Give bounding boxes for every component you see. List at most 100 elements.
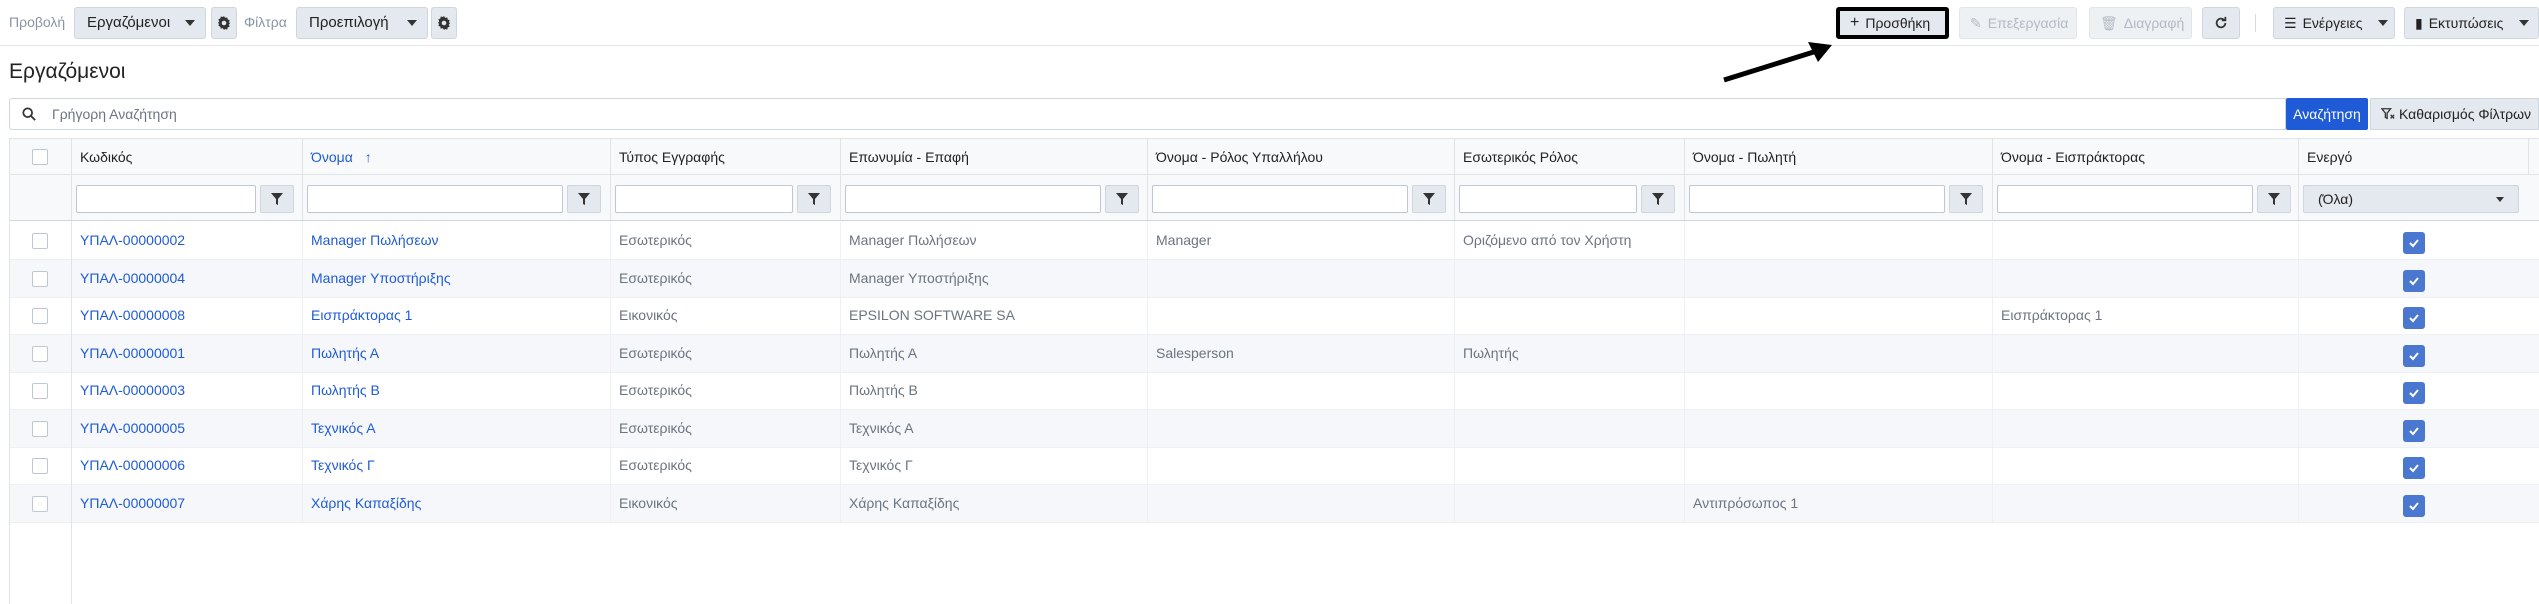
select-all-checkbox[interactable]: [32, 149, 48, 165]
filter-seller-input[interactable]: [1689, 185, 1945, 213]
cell-contact: Manager Πωλήσεων: [841, 222, 1148, 259]
cell-employee-role: Manager: [1148, 222, 1455, 259]
cell-employee-role: [1148, 447, 1455, 484]
filter-name-input[interactable]: [307, 185, 563, 213]
filter-collector-input[interactable]: [1997, 185, 2253, 213]
cell-name[interactable]: Πωλητής Β: [303, 372, 611, 409]
delete-button[interactable]: 🗑 Διαγραφή: [2089, 7, 2192, 39]
toolbar: Προβολή Εργαζόμενοι Φίλτρα Προεπιλογή + …: [0, 0, 2539, 46]
cell-code[interactable]: ΥΠΑΛ-00000007: [72, 484, 303, 522]
cell-name[interactable]: Πωλητής Α: [303, 334, 611, 372]
refresh-button[interactable]: [2202, 7, 2240, 39]
active-checkbox[interactable]: [2403, 269, 2425, 292]
clear-filters-button[interactable]: Καθαρισμός Φίλτρων: [2370, 98, 2539, 130]
active-checkbox[interactable]: [2403, 232, 2425, 254]
cell-code[interactable]: ΥΠΑΛ-00000002: [72, 222, 303, 259]
filter-type-input[interactable]: [615, 185, 793, 213]
filter-code-input[interactable]: [76, 185, 256, 213]
checkmark-icon: [2409, 239, 2419, 248]
filter-contact-input[interactable]: [845, 185, 1101, 213]
active-checkbox[interactable]: [2403, 307, 2425, 329]
view-settings-button[interactable]: [211, 7, 237, 39]
actions-button[interactable]: ☰ Ενέργειες: [2273, 7, 2395, 39]
filter-role-button[interactable]: [1412, 185, 1446, 213]
active-checkbox[interactable]: [2403, 494, 2425, 517]
table-row[interactable]: ΥΠΑΛ-00000007 Χάρης Καπαξίδης Εικονικός Χάρ…: [10, 484, 2539, 523]
filter-name-button[interactable]: [567, 185, 601, 213]
cell-internal-role: [1455, 447, 1685, 484]
cell-record-type: Εσωτερικός: [611, 447, 841, 484]
filter-seller-button[interactable]: [1949, 185, 1983, 213]
delete-button-label: Διαγραφή: [2123, 15, 2185, 31]
filter-contact-button[interactable]: [1105, 185, 1139, 213]
cell-name[interactable]: Εισπράκτορας 1: [303, 297, 611, 334]
active-checkbox[interactable]: [2403, 457, 2425, 479]
table-row[interactable]: ΥΠΑΛ-00000006 Τεχνικός Γ Εσωτερικός Τεχνικό…: [10, 447, 2539, 485]
edit-button[interactable]: ✎ Επεξεργασία: [1959, 7, 2077, 39]
table-row[interactable]: ΥΠΑΛ-00000004 Manager Υποστήριξης Εσωτερικ…: [10, 259, 2539, 298]
header-seller[interactable]: Όνομα - Πωλητή: [1685, 139, 1993, 174]
add-button[interactable]: + Προσθήκη: [1836, 7, 1949, 39]
header-contact[interactable]: Επωνυμία - Επαφή: [841, 139, 1148, 174]
header-internal-role[interactable]: Εσωτερικός Ρόλος: [1455, 139, 1685, 174]
table-row[interactable]: ΥΠΑΛ-00000003 Πωλητής Β Εσωτερικός Πωλητής …: [10, 372, 2539, 410]
filter-type-button[interactable]: [797, 185, 831, 213]
filter-active-select[interactable]: (Όλα): [2303, 185, 2519, 213]
cell-name[interactable]: Manager Πωλήσεων: [303, 222, 611, 259]
cell-name[interactable]: Manager Υποστήριξης: [303, 259, 611, 297]
cell-seller: [1685, 409, 1993, 447]
cell-employee-role: [1148, 409, 1455, 447]
refresh-icon: [2215, 16, 2227, 29]
filter-code-button[interactable]: [260, 185, 294, 213]
header-code[interactable]: Κωδικός: [72, 139, 303, 174]
table-row[interactable]: ΥΠΑΛ-00000008 Εισπράκτορας 1 Εικονικός EPSI…: [10, 297, 2539, 335]
filter-collector-button[interactable]: [2257, 185, 2291, 213]
header-name-label: Όνομα: [311, 149, 353, 165]
cell-employee-role: [1148, 372, 1455, 409]
header-active[interactable]: Ενεργό: [2299, 139, 2529, 174]
cell-code[interactable]: ΥΠΑΛ-00000003: [72, 372, 303, 409]
cell-contact: Χάρης Καπαξίδης: [841, 484, 1148, 522]
cell-active: [2299, 260, 2539, 297]
table-row[interactable]: ΥΠΑΛ-00000002 Manager Πωλήσεων Εσωτερικός M…: [10, 222, 2539, 260]
cell-collector: [1993, 484, 2299, 522]
cell-employee-role: Salesperson: [1148, 334, 1455, 372]
cell-name[interactable]: Χάρης Καπαξίδης: [303, 484, 611, 522]
cell-code[interactable]: ΥΠΑΛ-00000001: [72, 334, 303, 372]
cell-code[interactable]: ΥΠΑΛ-00000004: [72, 259, 303, 297]
cell-name[interactable]: Τεχνικός Α: [303, 409, 611, 447]
table-row[interactable]: ΥΠΑΛ-00000001 Πωλητής Α Εσωτερικός Πωλητής …: [10, 334, 2539, 373]
prints-button[interactable]: ▮ Εκτυπώσεις: [2404, 7, 2539, 39]
search-button[interactable]: Αναζήτηση: [2286, 98, 2368, 130]
cell-collector: [1993, 447, 2299, 484]
filter-internal-role-input[interactable]: [1459, 185, 1637, 213]
menu-icon: ☰: [2284, 15, 2297, 31]
pencil-icon: ✎: [1970, 15, 1982, 31]
header-name[interactable]: Όνομα ↑: [303, 139, 611, 174]
gear-icon: [437, 16, 451, 30]
view-select[interactable]: Εργαζόμενοι: [74, 7, 206, 39]
active-checkbox[interactable]: [2403, 382, 2425, 404]
filter-settings-button[interactable]: [431, 7, 457, 39]
filter-internal-role-button[interactable]: [1641, 185, 1675, 213]
search-input[interactable]: [52, 103, 2252, 125]
active-checkbox[interactable]: [2403, 344, 2425, 367]
checkmark-icon: [2409, 351, 2419, 360]
cell-code[interactable]: ΥΠΑΛ-00000006: [72, 447, 303, 484]
filter-seller-cell: [1685, 175, 1993, 220]
active-checkbox[interactable]: [2403, 419, 2425, 442]
header-collector[interactable]: Όνομα - Εισπράκτορας: [1993, 139, 2299, 174]
cell-code[interactable]: ΥΠΑΛ-00000008: [72, 297, 303, 334]
checkmark-icon: [2409, 426, 2419, 435]
filter-select[interactable]: Προεπιλογή: [296, 7, 428, 39]
cell-record-type: Εσωτερικός: [611, 259, 841, 297]
cell-name[interactable]: Τεχνικός Γ: [303, 447, 611, 484]
filter-role-input[interactable]: [1152, 185, 1408, 213]
sort-ascending-icon: ↑: [364, 149, 372, 165]
header-record-type[interactable]: Τύπος Εγγραφής: [611, 139, 841, 174]
table-row[interactable]: ΥΠΑΛ-00000005 Τεχνικός Α Εσωτερικός Τεχνικό…: [10, 409, 2539, 448]
cell-internal-role: [1455, 297, 1685, 334]
plus-icon: +: [1850, 14, 1860, 31]
cell-code[interactable]: ΥΠΑΛ-00000005: [72, 409, 303, 447]
header-employee-role[interactable]: Όνομα - Ρόλος Υπαλλήλου: [1148, 139, 1455, 174]
